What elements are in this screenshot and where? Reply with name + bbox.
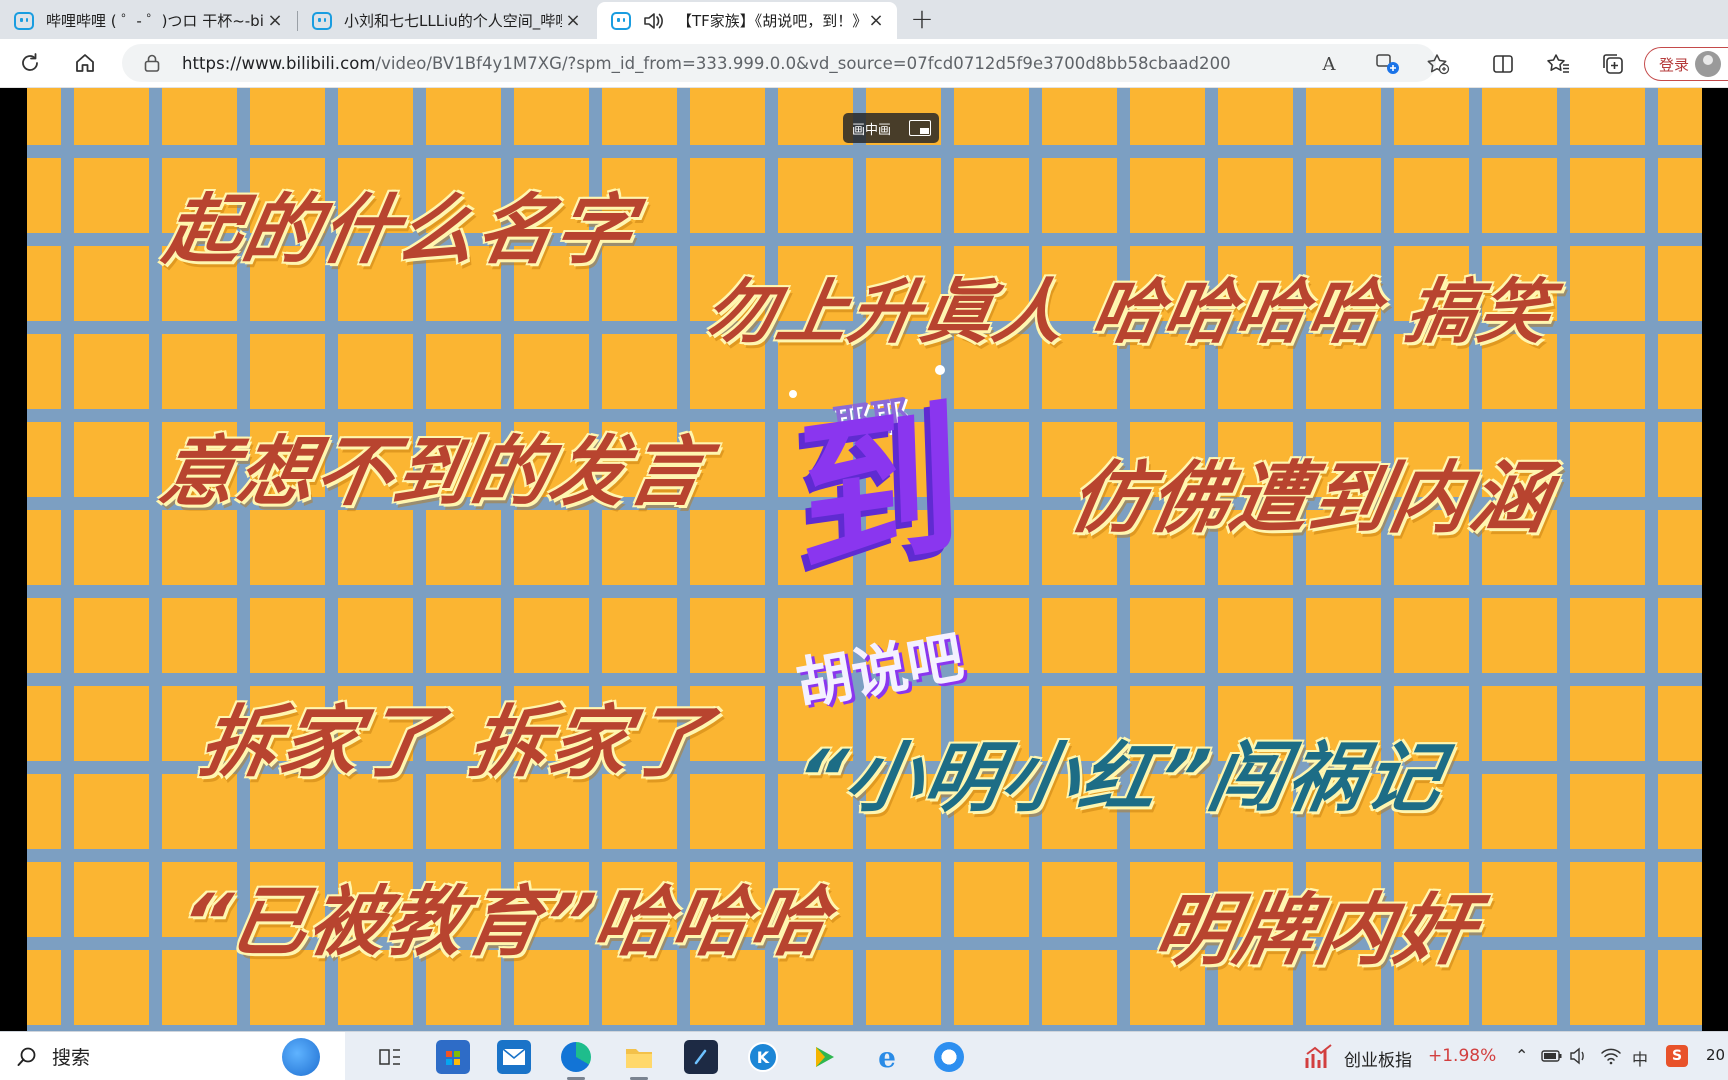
sparkle-dot [789, 390, 797, 398]
search-placeholder: 搜索 [52, 1047, 91, 1069]
close-icon[interactable]: × [264, 10, 286, 31]
volume-icon[interactable] [1569, 1047, 1589, 1065]
danmaku-caption: “已被教育”哈哈哈 [173, 877, 837, 966]
split-screen-icon [1493, 55, 1513, 73]
danmaku-caption: 起的什么名字 [158, 185, 642, 274]
tab-title: 小刘和七七LLLiu的个人空间_哔哩 [344, 12, 562, 30]
close-icon[interactable]: × [865, 10, 887, 31]
clock[interactable]: 20 [1706, 1046, 1725, 1064]
danmaku-caption: 意想不到的发言 [153, 427, 715, 516]
collections-button[interactable] [1598, 49, 1628, 79]
tab-bilibili-home[interactable]: 哔哩哔哩 ( ゜- ゜)つロ 干杯~-bilib × [0, 2, 296, 39]
taskbar-search[interactable]: 搜索 [0, 1032, 345, 1080]
url-host: https://www.bilibili.com [182, 53, 376, 73]
danmaku-caption: 拆家了 拆家了 [192, 698, 718, 788]
reload-button[interactable] [15, 48, 45, 78]
show-logo: 耶耶 到 胡说吧 [787, 382, 1017, 719]
edge-icon[interactable] [559, 1040, 593, 1074]
read-aloud-glyph: A [1322, 53, 1336, 75]
media-player-icon[interactable] [807, 1040, 841, 1074]
favorites-icon [1547, 54, 1569, 73]
tab-title: 【TF家族】《胡说吧，到！》 [677, 12, 865, 30]
pip-icon [909, 120, 931, 136]
login-button[interactable]: 登录 [1644, 47, 1728, 81]
logo-main-text: 到 [794, 382, 965, 598]
stock-name[interactable]: 创业板指 [1344, 1046, 1412, 1071]
favorites-button[interactable] [1543, 49, 1573, 79]
bilibili-icon [14, 11, 34, 30]
split-screen-button[interactable] [1488, 49, 1518, 79]
task-view-icon[interactable] [373, 1040, 407, 1074]
video-player[interactable]: 画中画 起的什么名字 勿上升眞人 哈哈哈哈 搞笑 意想不到的发言 仿佛遭到内涵 … [0, 88, 1728, 1031]
store-icon[interactable] [436, 1040, 470, 1074]
tab-video-active[interactable]: 【TF家族】《胡说吧，到！》 × [597, 2, 897, 39]
sparkle-dot [935, 365, 945, 375]
tab-strip: 哔哩哔哩 ( ゜- ゜)つロ 干杯~-bilib × 小刘和七七LLLiu的个人… [0, 0, 1728, 39]
favorite-add-icon[interactable] [1426, 52, 1450, 76]
close-icon[interactable]: × [562, 10, 584, 31]
taskbar: 搜索 K e 创业板指 +1.98% ⌃ 中 S 20 [0, 1031, 1728, 1080]
bilibili-icon [312, 11, 332, 30]
mail-icon[interactable] [497, 1040, 531, 1074]
danmaku-caption: 仿佛遭到内涵 [1062, 454, 1559, 544]
battery-icon[interactable] [1541, 1048, 1563, 1064]
globe-icon [282, 1038, 320, 1076]
danmaku-caption: “小明小红”闯祸记 [788, 733, 1452, 822]
speaker-icon[interactable] [643, 11, 665, 31]
translate-icon[interactable] [1376, 52, 1400, 76]
danmaku-caption: 勿上升眞人 哈哈哈哈 搞笑 [698, 271, 1559, 353]
danmaku-caption: 明牌内奸 [1147, 886, 1484, 976]
home-button[interactable] [70, 48, 100, 78]
avatar [1695, 51, 1721, 77]
pip-label: 画中画 [852, 122, 892, 138]
home-icon [76, 54, 94, 72]
lock-icon[interactable] [144, 54, 160, 72]
new-tab-button[interactable]: + [904, 2, 940, 38]
navigation-bar: https://www.bilibili.com/video/BV1Bf4y1M… [0, 39, 1728, 88]
search-icon [17, 1047, 36, 1066]
file-explorer-icon[interactable] [622, 1040, 656, 1074]
bilibili-icon [611, 11, 631, 30]
star-plus-glyph [1427, 54, 1450, 75]
tab-title: 哔哩哔哩 ( ゜- ゜)つロ 干杯~-bilib [46, 12, 264, 30]
stock-chart-icon[interactable] [1304, 1042, 1334, 1072]
read-aloud-icon[interactable]: A [1317, 52, 1341, 76]
input-method-icon[interactable]: S [1666, 1045, 1688, 1067]
collections-icon [1603, 54, 1623, 74]
k-app-icon[interactable]: K [746, 1040, 780, 1074]
picture-in-picture-button[interactable]: 画中画 [843, 113, 939, 143]
logo-bottom-text: 胡说吧 [791, 624, 969, 719]
tab-user-space[interactable]: 小刘和七七LLLiu的个人空间_哔哩 × [298, 2, 594, 39]
url-text: https://www.bilibili.com/video/BV1Bf4y1M… [182, 54, 1231, 73]
browser-icon[interactable] [932, 1040, 966, 1074]
address-bar[interactable]: https://www.bilibili.com/video/BV1Bf4y1M… [122, 44, 1436, 82]
wifi-icon[interactable] [1600, 1046, 1622, 1066]
chevron-up-icon[interactable]: ⌃ [1515, 1046, 1528, 1065]
ie-icon[interactable]: e [870, 1040, 904, 1074]
reload-icon [22, 53, 38, 71]
url-path: /video/BV1Bf4y1M7XG/?spm_id_from=333.999… [375, 53, 1231, 73]
terminal-icon[interactable] [684, 1040, 718, 1074]
translate-glyph [1376, 54, 1399, 74]
video-frame[interactable]: 画中画 起的什么名字 勿上升眞人 哈哈哈哈 搞笑 意想不到的发言 仿佛遭到内涵 … [27, 88, 1702, 1031]
ime-indicator[interactable]: 中 [1632, 1046, 1648, 1070]
stock-change[interactable]: +1.98% [1428, 1046, 1496, 1066]
login-label: 登录 [1659, 55, 1690, 74]
